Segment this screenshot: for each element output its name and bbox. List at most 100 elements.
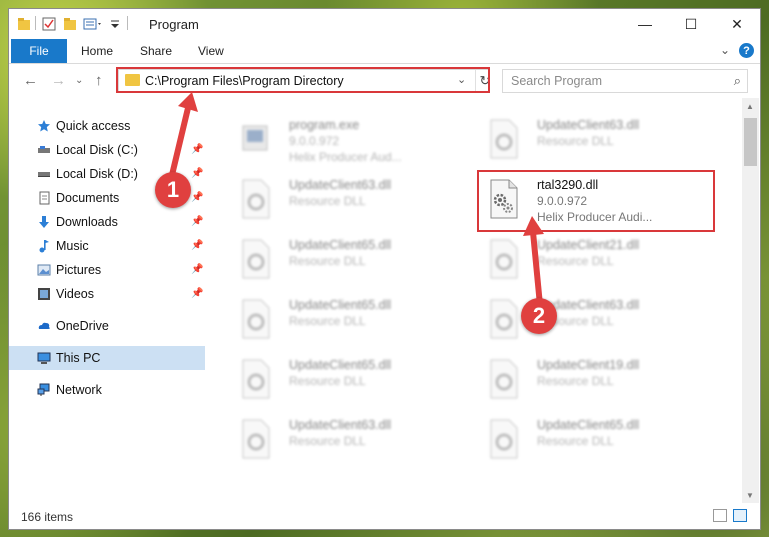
file-type: Resource DLL bbox=[289, 374, 366, 388]
title-bar: Program — ☐ ✕ bbox=[9, 9, 760, 39]
sidebar-item-label: Local Disk (C:) bbox=[56, 143, 138, 157]
close-button[interactable]: ✕ bbox=[714, 9, 760, 39]
refresh-icon[interactable]: ↻ bbox=[475, 70, 494, 92]
dll-icon bbox=[490, 359, 518, 399]
search-placeholder: Search Program bbox=[511, 74, 603, 88]
file-name: UpdateClient65.dll bbox=[289, 298, 392, 312]
window-title: Program bbox=[149, 17, 199, 32]
chevron-down-icon[interactable]: ⌄ bbox=[457, 73, 466, 86]
recent-locations-icon[interactable]: ⌄ bbox=[75, 75, 83, 86]
file-item[interactable]: UpdateClient63.dll Resource DLL bbox=[219, 172, 459, 228]
file-item[interactable]: UpdateClient19.dll Resource DLL bbox=[467, 352, 707, 408]
tab-view[interactable]: View bbox=[198, 44, 224, 58]
file-type: Resource DLL bbox=[537, 254, 614, 268]
file-version: 9.0.0.972 bbox=[537, 194, 588, 208]
file-list: program.exe 9.0.0.972 Helix Producer Aud… bbox=[209, 98, 742, 503]
file-item-rtal3290[interactable]: rtal3290.dll 9.0.0.972 Helix Producer Au… bbox=[467, 172, 707, 228]
scrollbar-thumb[interactable] bbox=[744, 118, 757, 166]
sidebar-item-label: Downloads bbox=[56, 215, 118, 229]
search-input[interactable]: Search Program ⌕ bbox=[502, 69, 748, 93]
large-icons-view-icon[interactable] bbox=[733, 509, 747, 522]
tab-home[interactable]: Home bbox=[81, 44, 113, 58]
documents-icon bbox=[39, 191, 50, 205]
file-name: UpdateClient63.dll bbox=[289, 178, 392, 192]
download-icon bbox=[39, 216, 49, 228]
sidebar-item-this-pc[interactable]: This PC bbox=[9, 346, 205, 370]
file-name: UpdateClient65.dll bbox=[289, 238, 392, 252]
divider bbox=[127, 16, 128, 30]
pin-icon: 📌 bbox=[191, 168, 204, 179]
sidebar-item-label: Documents bbox=[56, 191, 120, 205]
details-view-icon[interactable] bbox=[713, 509, 727, 522]
properties-icon[interactable] bbox=[42, 16, 56, 32]
dll-icon bbox=[490, 119, 518, 159]
help-button[interactable]: ? bbox=[739, 43, 754, 58]
file-name: UpdateClient21.dll bbox=[537, 238, 640, 252]
step-badge-2: 2 bbox=[521, 298, 557, 334]
sidebar-item-local-disk-c[interactable]: Local Disk (C:) 📌 bbox=[9, 138, 205, 162]
dropdown-arrow-icon[interactable] bbox=[109, 16, 121, 32]
search-icon[interactable]: ⌕ bbox=[734, 73, 741, 89]
sidebar-item-videos[interactable]: Videos 📌 bbox=[9, 282, 205, 306]
file-type: Resource DLL bbox=[289, 314, 366, 328]
sidebar-item-pictures[interactable]: Pictures 📌 bbox=[9, 258, 205, 282]
ribbon: File Home Share View ⌄ ? bbox=[9, 39, 760, 64]
expand-ribbon-icon[interactable]: ⌄ bbox=[720, 43, 730, 57]
file-tab[interactable]: File bbox=[11, 39, 67, 63]
file-item[interactable]: UpdateClient63.dll Resource DLL bbox=[219, 412, 459, 468]
pin-icon: 📌 bbox=[191, 192, 204, 203]
videos-icon bbox=[38, 288, 50, 300]
file-item[interactable]: UpdateClient65.dll Resource DLL bbox=[219, 232, 459, 288]
dll-gears-icon bbox=[490, 179, 518, 219]
pin-icon: 📌 bbox=[191, 288, 204, 299]
file-name: program.exe bbox=[289, 118, 360, 132]
item-count: 166 items bbox=[21, 510, 74, 524]
maximize-button[interactable]: ☐ bbox=[668, 9, 714, 39]
sidebar-item-quick-access[interactable]: Quick access bbox=[9, 114, 205, 138]
sidebar-item-downloads[interactable]: Downloads 📌 bbox=[9, 210, 205, 234]
sidebar-item-music[interactable]: Music 📌 bbox=[9, 234, 205, 258]
vertical-scrollbar[interactable]: ▲ ▼ bbox=[742, 98, 759, 503]
pin-icon: 📌 bbox=[191, 264, 204, 275]
sidebar-item-label: Network bbox=[56, 383, 102, 397]
scroll-down-icon[interactable]: ▼ bbox=[746, 491, 754, 500]
file-item[interactable]: UpdateClient65.dll Resource DLL bbox=[219, 292, 459, 348]
dll-icon bbox=[242, 419, 270, 459]
file-description: Helix Producer Audi... bbox=[537, 210, 653, 224]
drive-icon bbox=[38, 146, 50, 153]
file-type: Resource DLL bbox=[537, 134, 614, 148]
sidebar-item-label: This PC bbox=[56, 351, 101, 365]
file-version: 9.0.0.972 bbox=[289, 134, 340, 148]
sidebar-item-network[interactable]: Network bbox=[9, 378, 205, 402]
new-folder-icon[interactable] bbox=[63, 16, 77, 32]
sidebar-item-onedrive[interactable]: OneDrive bbox=[9, 314, 205, 338]
address-path[interactable]: C:\Program Files\Program Directory bbox=[145, 74, 344, 88]
back-arrow-icon[interactable]: ← bbox=[23, 72, 38, 89]
forward-arrow-icon[interactable]: → bbox=[51, 72, 66, 89]
sidebar-item-label: Pictures bbox=[56, 263, 102, 277]
drive-icon bbox=[38, 172, 50, 177]
file-type: Resource DLL bbox=[289, 254, 366, 268]
address-bar[interactable]: C:\Program Files\Program Directory ⌄ ↻ bbox=[118, 69, 490, 93]
up-arrow-icon[interactable]: ↑ bbox=[95, 72, 103, 89]
minimize-button[interactable]: — bbox=[622, 9, 668, 39]
tab-share[interactable]: Share bbox=[140, 44, 172, 58]
file-item[interactable]: UpdateClient63.dll Resource DLL bbox=[467, 292, 707, 348]
file-name: rtal3290.dll bbox=[537, 178, 599, 192]
step-badge-1: 1 bbox=[155, 172, 191, 208]
divider bbox=[35, 16, 36, 30]
scroll-up-icon[interactable]: ▲ bbox=[746, 102, 754, 111]
file-name: UpdateClient63.dll bbox=[289, 418, 392, 432]
pin-icon: 📌 bbox=[191, 240, 204, 251]
file-item[interactable]: UpdateClient21.dll Resource DLL bbox=[467, 232, 707, 288]
file-item[interactable]: UpdateClient65.dll Resource DLL bbox=[219, 352, 459, 408]
navigation-pane: Quick access Local Disk (C:) 📌 Local Dis… bbox=[9, 98, 205, 503]
file-type: Resource DLL bbox=[289, 194, 366, 208]
sidebar-item-label: Quick access bbox=[56, 119, 131, 133]
file-type: Resource DLL bbox=[289, 434, 366, 448]
computer-icon bbox=[37, 352, 51, 364]
file-item[interactable]: UpdateClient65.dll Resource DLL bbox=[467, 412, 707, 468]
file-item[interactable]: UpdateClient63.dll Resource DLL bbox=[467, 112, 707, 168]
customize-toolbar-icon[interactable] bbox=[83, 16, 105, 32]
file-item[interactable]: program.exe 9.0.0.972 Helix Producer Aud… bbox=[219, 112, 459, 168]
